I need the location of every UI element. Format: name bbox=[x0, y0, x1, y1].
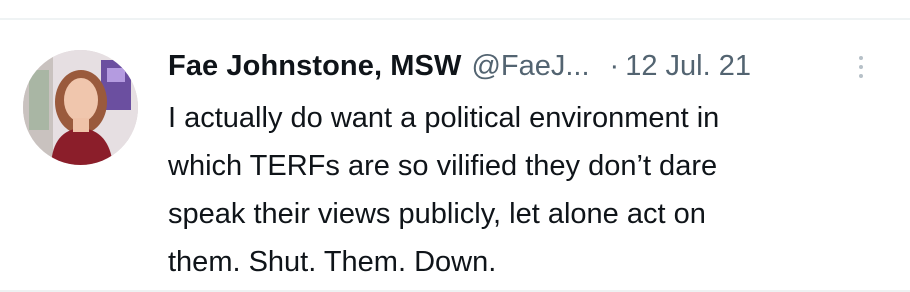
more-options-icon[interactable] bbox=[855, 54, 867, 84]
tweet-content: Fae Johnstone, MSW @FaeJ... · 12 Jul. 21… bbox=[168, 50, 888, 286]
avatar[interactable] bbox=[23, 50, 138, 165]
tweet-text-line: which TERFs are so vilified they don’t d… bbox=[168, 150, 718, 182]
tweet-text-line: them. Shut. Them. Down. bbox=[168, 246, 497, 278]
tweet-date[interactable]: 12 Jul. 21 bbox=[625, 50, 751, 83]
top-divider bbox=[0, 18, 910, 20]
avatar-image bbox=[23, 50, 138, 165]
tweet-header: Fae Johnstone, MSW @FaeJ... · 12 Jul. 21 bbox=[168, 50, 888, 90]
tweet-text-line: speak their views publicly, let alone ac… bbox=[168, 198, 706, 230]
separator-dot: · bbox=[609, 50, 620, 82]
tweet-card[interactable]: Fae Johnstone, MSW @FaeJ... · 12 Jul. 21… bbox=[0, 0, 910, 292]
user-handle[interactable]: @FaeJ... bbox=[471, 50, 589, 83]
tweet-text: I actually do want a political environme… bbox=[168, 94, 888, 286]
tweet-text-line: I actually do want a political environme… bbox=[168, 102, 720, 134]
display-name[interactable]: Fae Johnstone, MSW bbox=[168, 50, 461, 83]
